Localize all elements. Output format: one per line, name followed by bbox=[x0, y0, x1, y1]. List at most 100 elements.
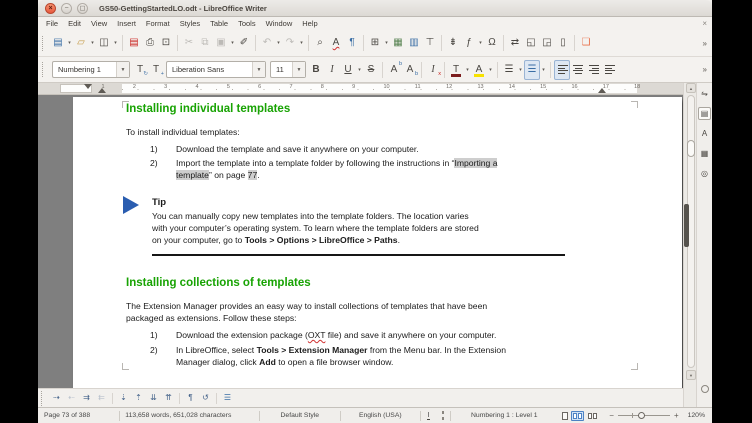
open-icon[interactable]: ▱ bbox=[73, 33, 89, 53]
highlight-color-dropdown[interactable]: ▾ bbox=[487, 67, 494, 73]
ordered-list-dropdown[interactable]: ▾ bbox=[540, 67, 547, 73]
font-size-combobox[interactable]: 11 ▼ bbox=[270, 61, 306, 78]
bullets-numbering-dialog-icon[interactable]: ☰ bbox=[220, 391, 235, 406]
navigate-by-button[interactable] bbox=[701, 385, 709, 393]
numbered-list-item[interactable]: 2) Import the template into a template f… bbox=[150, 157, 497, 181]
numbered-list-item[interactable]: 1) Download the extension package (OXT f… bbox=[150, 329, 496, 341]
insert-bookmark-icon[interactable]: ▯ bbox=[555, 33, 571, 53]
right-indent-marker[interactable] bbox=[598, 88, 606, 93]
underline-icon[interactable]: U bbox=[340, 60, 356, 80]
insert-table-dropdown[interactable]: ▾ bbox=[383, 40, 390, 46]
update-style-icon[interactable]: T↻ bbox=[132, 60, 148, 80]
align-right-icon[interactable] bbox=[586, 60, 602, 80]
numbered-list-item[interactable]: 2) In LibreOffice, select Tools > Extens… bbox=[150, 344, 506, 368]
chevron-down-icon[interactable]: ▼ bbox=[252, 62, 265, 77]
find-replace-icon[interactable]: ⌕ bbox=[312, 33, 328, 53]
menu-window[interactable]: Window bbox=[261, 19, 298, 28]
single-page-view-icon[interactable] bbox=[562, 412, 568, 420]
gallery-tab-icon[interactable]: ▦ bbox=[698, 147, 711, 160]
menu-tools[interactable]: Tools bbox=[233, 19, 261, 28]
paste-dropdown[interactable]: ▾ bbox=[229, 40, 236, 46]
menu-file[interactable]: File bbox=[41, 19, 63, 28]
undo-dropdown[interactable]: ▾ bbox=[275, 40, 282, 46]
first-line-indent-marker[interactable] bbox=[84, 84, 92, 89]
book-view-icon[interactable] bbox=[587, 412, 598, 420]
font-color-icon[interactable]: T bbox=[448, 60, 464, 80]
align-justify-icon[interactable] bbox=[602, 60, 618, 80]
chevron-down-icon[interactable]: ▼ bbox=[116, 62, 129, 77]
toolbar-grip[interactable] bbox=[41, 391, 45, 406]
scrollbar-thumb[interactable] bbox=[687, 140, 695, 157]
heading-installing-individual-templates[interactable]: Installing individual templates bbox=[126, 103, 290, 115]
insert-endnote-icon[interactable]: ◲ bbox=[539, 33, 555, 53]
scroll-up-icon[interactable]: ▲ bbox=[686, 83, 696, 93]
sidebar-settings-icon[interactable]: ⇋ bbox=[698, 87, 711, 100]
tip-label[interactable]: Tip bbox=[152, 197, 166, 208]
maximize-window-button[interactable]: ◻ bbox=[77, 3, 88, 14]
document-page[interactable]: Installing individual templates To insta… bbox=[73, 97, 682, 388]
page-number-indicator[interactable]: Page 73 of 388 bbox=[38, 412, 119, 419]
ordered-list-icon[interactable]: ☰ bbox=[524, 60, 540, 80]
zoom-slider-knob[interactable] bbox=[638, 412, 645, 419]
unordered-list-icon[interactable]: ☰ bbox=[501, 60, 517, 80]
language-indicator[interactable]: English (USA) bbox=[341, 412, 420, 419]
minimize-window-button[interactable]: − bbox=[61, 3, 72, 14]
formatting-toolbar-overflow-button[interactable]: » bbox=[703, 65, 709, 74]
scroll-down-icon[interactable]: ▼ bbox=[686, 370, 696, 380]
outline-level-indicator[interactable]: Numbering 1 : Level 1 bbox=[451, 412, 557, 419]
menu-help[interactable]: Help bbox=[297, 19, 322, 28]
zoom-slider-track[interactable] bbox=[618, 411, 670, 420]
font-color-dropdown[interactable]: ▾ bbox=[464, 67, 471, 73]
menu-format[interactable]: Format bbox=[141, 19, 175, 28]
save-icon[interactable]: ◫ bbox=[96, 33, 112, 53]
menu-insert[interactable]: Insert bbox=[112, 19, 141, 28]
menu-edit[interactable]: Edit bbox=[63, 19, 86, 28]
move-up-icon[interactable]: ⇡ bbox=[131, 391, 146, 406]
open-dropdown[interactable]: ▾ bbox=[89, 40, 96, 46]
insert-footnote-icon[interactable]: ◱ bbox=[523, 33, 539, 53]
insert-chart-icon[interactable]: ▥ bbox=[406, 33, 422, 53]
close-window-button[interactable]: × bbox=[45, 3, 56, 14]
redo-dropdown[interactable]: ▾ bbox=[298, 40, 305, 46]
toolbar-grip[interactable] bbox=[42, 62, 46, 77]
zoom-percent-indicator[interactable]: 120% bbox=[685, 412, 712, 419]
formatting-marks-icon[interactable]: ¶ bbox=[344, 33, 360, 53]
navigator-tab-icon[interactable]: ◎ bbox=[698, 167, 711, 180]
insert-comment-icon[interactable]: ❏ bbox=[578, 33, 594, 53]
insert-textbox-icon[interactable]: ⊤ bbox=[422, 33, 438, 53]
zoom-slider[interactable]: − + bbox=[603, 411, 684, 420]
multi-page-view-icon[interactable] bbox=[571, 411, 584, 421]
insert-table-icon[interactable]: ⊞ bbox=[367, 33, 383, 53]
export-pdf-icon[interactable]: ▤ bbox=[126, 33, 142, 53]
toolbar-grip[interactable] bbox=[42, 36, 46, 51]
vertical-scrollbar[interactable]: ▲ ▼ bbox=[683, 83, 696, 407]
tip-paragraph[interactable]: You can manually copy new templates into… bbox=[152, 210, 479, 246]
zoom-in-icon[interactable]: + bbox=[674, 412, 679, 420]
insert-field-icon[interactable]: ƒ bbox=[461, 33, 477, 53]
zoom-out-icon[interactable]: − bbox=[609, 412, 614, 420]
print-preview-icon[interactable]: ⊡ bbox=[158, 33, 174, 53]
move-down-icon[interactable]: ⇣ bbox=[116, 391, 131, 406]
strikethrough-icon[interactable]: S bbox=[363, 60, 379, 80]
menu-view[interactable]: View bbox=[86, 19, 112, 28]
insert-field-dropdown[interactable]: ▾ bbox=[477, 40, 484, 46]
restart-numbering-icon[interactable]: ↺ bbox=[198, 391, 213, 406]
superscript-icon[interactable]: Ab bbox=[386, 60, 402, 80]
numbered-list-item[interactable]: 1) Download the template and save it any… bbox=[150, 143, 419, 155]
horizontal-ruler[interactable]: 123456789101112131415161718 bbox=[38, 83, 683, 95]
titlebar[interactable]: × − ◻ GS50-GettingStartedLO.odt - LibreO… bbox=[38, 0, 712, 17]
clone-formatting-icon[interactable]: ✐ bbox=[236, 33, 252, 53]
chevron-down-icon[interactable]: ▼ bbox=[292, 62, 305, 77]
menu-styles[interactable]: Styles bbox=[175, 19, 205, 28]
standard-toolbar-overflow-button[interactable]: » bbox=[703, 39, 709, 48]
paragraph-intro[interactable]: To install individual templates: bbox=[126, 126, 240, 138]
insert-image-icon[interactable]: ▦ bbox=[390, 33, 406, 53]
insert-hyperlink-icon[interactable]: ⇄ bbox=[507, 33, 523, 53]
styles-tab-icon[interactable]: A bbox=[698, 127, 711, 140]
italic-icon[interactable]: I bbox=[324, 60, 340, 80]
new-document-icon[interactable]: ▤ bbox=[50, 33, 66, 53]
save-dropdown[interactable]: ▾ bbox=[112, 40, 119, 46]
selection-mode-indicator[interactable] bbox=[436, 412, 450, 419]
align-center-icon[interactable] bbox=[570, 60, 586, 80]
paragraph-collections[interactable]: The Extension Manager provides an easy w… bbox=[126, 300, 487, 324]
